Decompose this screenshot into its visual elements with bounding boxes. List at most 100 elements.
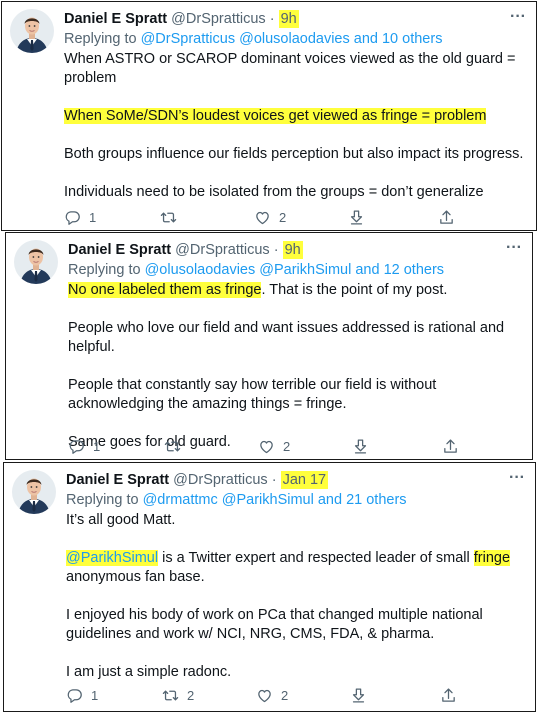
upload-button[interactable]	[440, 685, 457, 705]
tweet-text-segment: No one labeled them as fringe	[68, 282, 262, 298]
tweet-header: Daniel E Spratt @DrSpratticus · Jan 17	[66, 471, 329, 489]
share-button[interactable]	[352, 436, 369, 456]
retweet-button[interactable]	[164, 436, 181, 456]
tweet-card[interactable]: Daniel E Spratt @DrSpratticus · Jan 17 ·…	[3, 462, 536, 712]
replying-prefix: Replying to	[64, 31, 137, 47]
more-icon[interactable]: ···	[506, 240, 522, 256]
like-icon	[256, 687, 273, 704]
retweet-icon	[162, 687, 179, 704]
tweet-text-segment: It’s all good Matt.	[66, 512, 176, 528]
separator-dot: ·	[271, 472, 277, 488]
separator-dot: ·	[269, 11, 275, 27]
tweet-paragraph: Individuals need to be isolated from the…	[64, 183, 524, 202]
tweet-header: Daniel E Spratt @DrSpratticus · 9h	[64, 10, 299, 28]
reply-icon	[68, 438, 85, 455]
retweet-icon	[160, 209, 177, 226]
like-icon	[258, 438, 275, 455]
retweet-button[interactable]	[160, 207, 177, 227]
action-bar: 12	[64, 207, 464, 227]
share-icon	[348, 209, 365, 226]
avatar[interactable]	[14, 240, 58, 284]
like-button[interactable]: 2	[256, 685, 288, 705]
reply-icon	[64, 209, 81, 226]
tweet-text-segment: When ASTRO or SCAROP dominant voices vie…	[64, 51, 516, 86]
reply-icon	[66, 687, 83, 704]
tweet-paragraph: Both groups influence our fields percept…	[64, 145, 524, 164]
tweet-text: When ASTRO or SCAROP dominant voices vie…	[64, 50, 524, 202]
like-icon	[254, 209, 271, 226]
tweet-paragraph: I am just a simple radonc.	[66, 663, 526, 682]
timestamp[interactable]: Jan 17	[280, 471, 329, 489]
replying-to: Replying to @DrSpratticus @olusolaodavie…	[64, 30, 442, 48]
like-count: 2	[279, 209, 287, 225]
tweet-paragraph: People that constantly say how terrible …	[68, 376, 528, 414]
like-count: 2	[283, 438, 291, 454]
tweet-paragraph: When SoMe/SDN’s loudest voices get viewe…	[64, 107, 524, 126]
author-handle[interactable]: @DrSpratticus	[173, 472, 268, 488]
replying-to-link[interactable]: @olusolaodavies @ParikhSimul and 12 othe…	[145, 262, 444, 278]
mention-link[interactable]: @ParikhSimul	[66, 550, 159, 566]
upload-button[interactable]	[442, 436, 459, 456]
tweet-text-segment: Both groups influence our fields percept…	[64, 146, 524, 162]
tweet-text-segment: anonymous fan base.	[66, 569, 205, 585]
tweet-card[interactable]: Daniel E Spratt @DrSpratticus · 9h ··· R…	[5, 232, 533, 460]
tweet-header: Daniel E Spratt @DrSpratticus · 9h	[68, 241, 303, 259]
retweet-count: 2	[187, 687, 195, 703]
upload-button[interactable]	[438, 207, 455, 227]
tweet-text-segment: fringe	[473, 550, 511, 566]
share-icon	[350, 687, 367, 704]
retweet-icon	[164, 438, 181, 455]
reply-count: 1	[93, 438, 101, 454]
replying-to-link[interactable]: @DrSpratticus @olusolaodavies and 10 oth…	[141, 31, 443, 47]
share-icon	[352, 438, 369, 455]
reply-button[interactable]: 1	[66, 685, 98, 705]
tweet-text: No one labeled them as fringe. That is t…	[68, 281, 528, 452]
share-button[interactable]	[348, 207, 365, 227]
action-bar: 12	[68, 436, 468, 456]
author-name[interactable]: Daniel E Spratt	[68, 242, 171, 258]
tweet-text-segment: is a Twitter expert and respected leader…	[158, 550, 474, 566]
avatar[interactable]	[12, 470, 56, 514]
reply-count: 1	[91, 687, 99, 703]
timestamp[interactable]: 9h	[282, 241, 303, 259]
replying-to: Replying to @olusolaodavies @ParikhSimul…	[68, 261, 444, 279]
retweet-button[interactable]: 2	[162, 685, 194, 705]
more-icon[interactable]: ···	[510, 9, 526, 25]
share-button[interactable]	[350, 685, 367, 705]
like-button[interactable]: 2	[254, 207, 286, 227]
tweet-paragraph: People who love our field and want issue…	[68, 319, 528, 357]
reply-button[interactable]: 1	[68, 436, 100, 456]
tweet-text-segment: People who love our field and want issue…	[68, 320, 505, 355]
tweet-paragraph: When ASTRO or SCAROP dominant voices vie…	[64, 50, 524, 88]
upload-icon	[438, 209, 455, 226]
like-button[interactable]: 2	[258, 436, 290, 456]
tweet-paragraph: @ParikhSimul is a Twitter expert and res…	[66, 549, 526, 587]
tweet-text-segment: I am just a simple radonc.	[66, 664, 232, 680]
upload-icon	[442, 438, 459, 455]
author-handle[interactable]: @DrSpratticus	[175, 242, 270, 258]
tweet-text-segment: Individuals need to be isolated from the…	[64, 184, 484, 200]
tweet-text-segment: I enjoyed his body of work on PCa that c…	[66, 607, 483, 642]
reply-button[interactable]: 1	[64, 207, 96, 227]
upload-icon	[440, 687, 457, 704]
more-icon[interactable]: ···	[509, 470, 525, 486]
separator-dot: ·	[273, 242, 279, 258]
tweet-text-segment: . That is the point of my post.	[261, 282, 448, 298]
timestamp[interactable]: 9h	[278, 10, 299, 28]
replying-prefix: Replying to	[68, 262, 141, 278]
tweet-card[interactable]: Daniel E Spratt @DrSpratticus · 9h ··· R…	[1, 1, 537, 231]
tweet-paragraph: It’s all good Matt.	[66, 511, 526, 530]
tweet-text: It’s all good Matt. @ParikhSimul is a Twi…	[66, 511, 526, 682]
replying-to-link[interactable]: @drmattmc @ParikhSimul and 21 others	[143, 492, 407, 508]
tweet-text-segment: When SoMe/SDN’s loudest voices get viewe…	[64, 108, 487, 124]
action-bar: 1 2 2	[66, 685, 466, 705]
author-name[interactable]: Daniel E Spratt	[64, 11, 167, 27]
author-handle[interactable]: @DrSpratticus	[171, 11, 266, 27]
tweet-paragraph: I enjoyed his body of work on PCa that c…	[66, 606, 526, 644]
tweet-paragraph: No one labeled them as fringe. That is t…	[68, 281, 528, 300]
author-name[interactable]: Daniel E Spratt	[66, 472, 169, 488]
avatar[interactable]	[10, 9, 54, 53]
tweet-text-segment: People that constantly say how terrible …	[68, 377, 437, 412]
replying-to: Replying to @drmattmc @ParikhSimul and 2…	[66, 491, 407, 509]
reply-count: 1	[89, 209, 97, 225]
